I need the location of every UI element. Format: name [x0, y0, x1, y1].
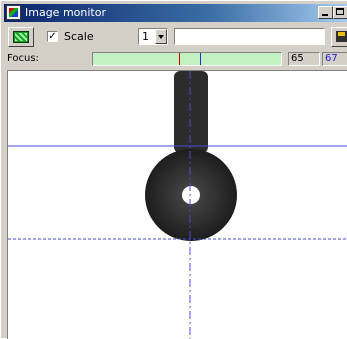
image-viewport[interactable] [7, 70, 347, 339]
save-button[interactable] [331, 27, 347, 47]
scale-checkbox[interactable]: ✓ [47, 31, 58, 42]
maximize-icon[interactable] [333, 6, 347, 19]
scale-label: Scale [64, 30, 94, 43]
focus-label: Focus: [7, 53, 39, 64]
image-tool-button[interactable] [8, 27, 34, 47]
focus-row: Focus: 65 67 [4, 51, 347, 67]
save-disk-icon [336, 31, 347, 42]
app-icon[interactable] [6, 5, 21, 20]
object-hole [182, 186, 200, 204]
focus-value-best: 67 [322, 52, 347, 66]
focus-value-current: 65 [288, 52, 320, 66]
focus-marker-best [200, 53, 201, 65]
scale-dropdown-value: 1 [142, 30, 149, 43]
minimize-icon[interactable] [318, 6, 333, 19]
chevron-down-icon[interactable] [155, 29, 167, 44]
window-title: Image monitor [25, 6, 106, 19]
name-input[interactable] [174, 28, 325, 45]
title-bar[interactable]: Image monitor × [4, 4, 347, 22]
focus-bar [92, 52, 282, 66]
image-monitor-window: Image monitor × ✓ Scale 1 Focus: 65 67 [0, 0, 347, 339]
camera-image [8, 71, 347, 339]
focus-marker-current [179, 53, 180, 65]
image-tool-icon [13, 31, 29, 43]
toolbar: ✓ Scale 1 [4, 25, 347, 49]
scale-dropdown[interactable]: 1 [138, 28, 168, 45]
object-stem [174, 71, 208, 153]
